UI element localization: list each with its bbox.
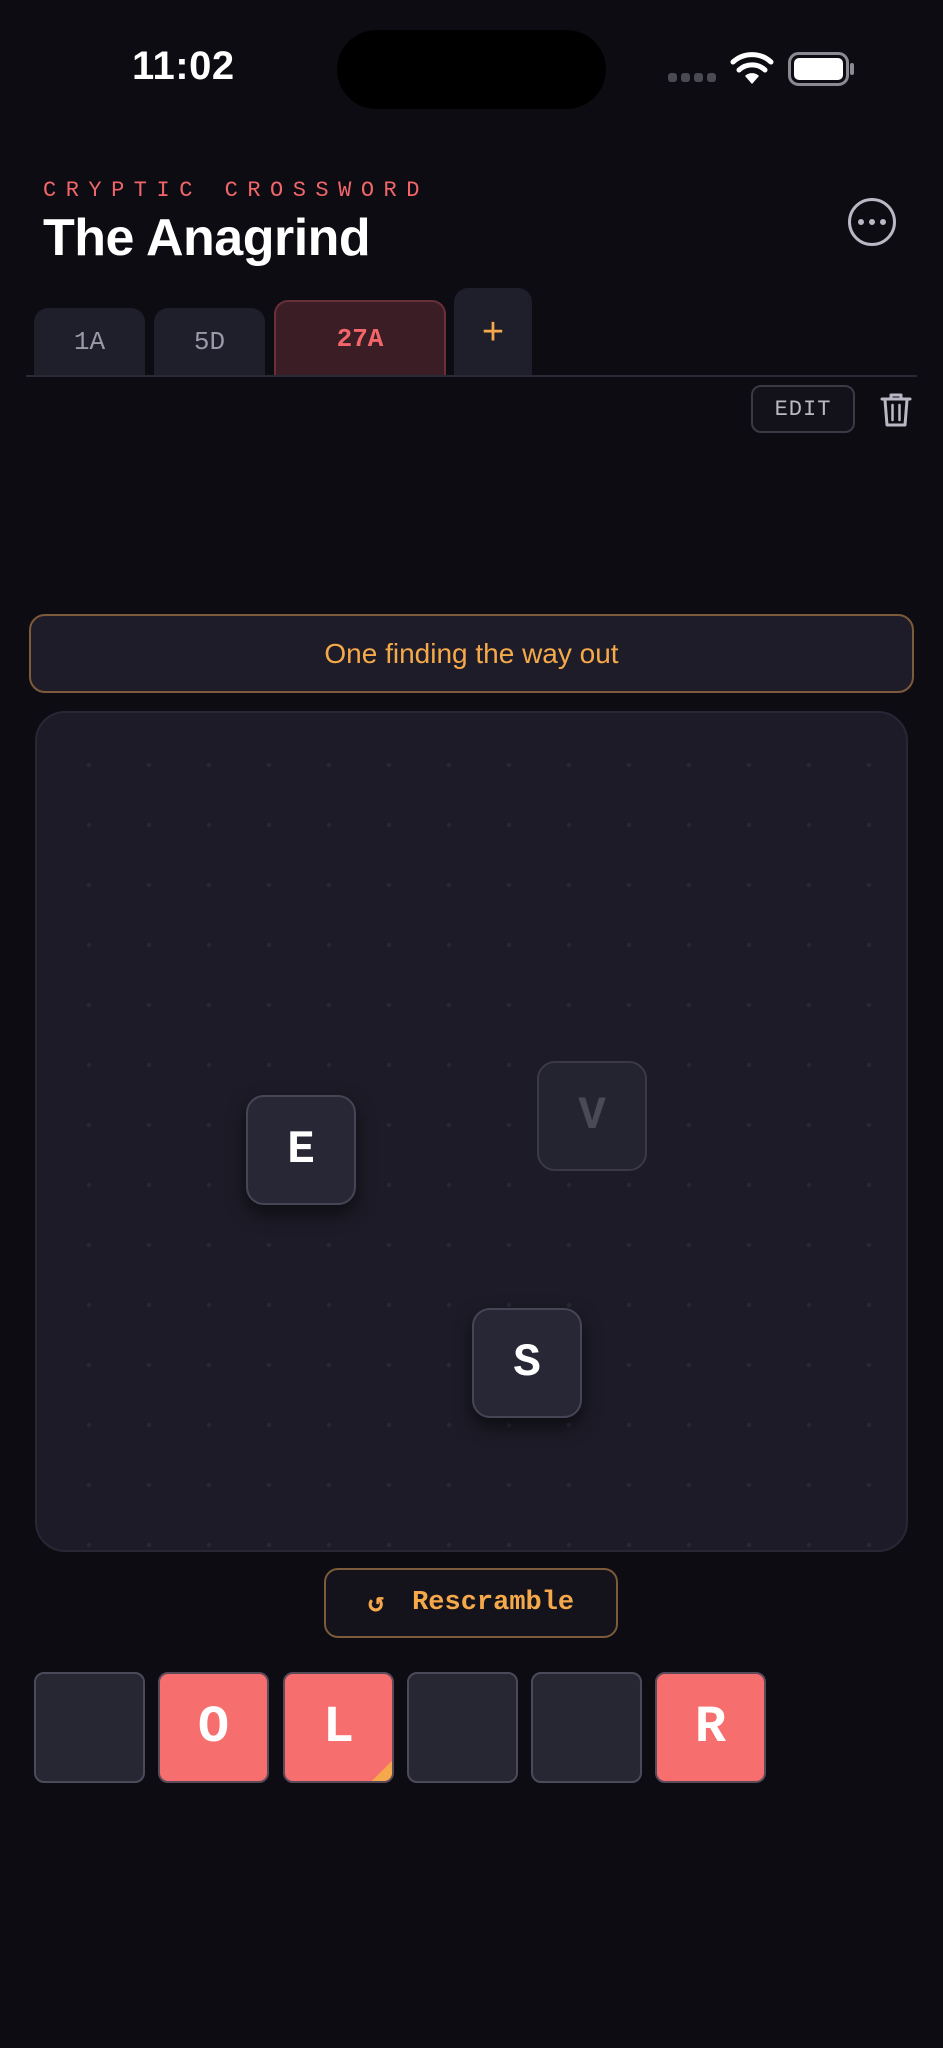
trash-icon[interactable] — [880, 392, 912, 428]
screen: 11:02 CRYPTIC CROSSWORD The Anagrind 1A … — [0, 0, 943, 2048]
status-time: 11:02 — [132, 44, 235, 88]
plus-icon: + — [481, 310, 505, 353]
tile-letter: E — [287, 1124, 315, 1176]
slot-letter: L — [322, 1698, 355, 1757]
wifi-icon — [730, 52, 774, 84]
tab-label: 5D — [193, 327, 226, 357]
app-eyebrow: CRYPTIC CROSSWORD — [43, 178, 429, 203]
slot-letter: O — [197, 1698, 230, 1757]
tab-27a[interactable]: 27A — [274, 300, 446, 376]
tile-letter: V — [578, 1090, 606, 1142]
rescramble-label: Rescramble — [412, 1588, 575, 1618]
answer-slot[interactable]: R — [655, 1672, 766, 1783]
tab-bar-divider — [26, 375, 917, 377]
clue-banner: One finding the way out — [29, 614, 914, 693]
answer-slot[interactable]: O — [158, 1672, 269, 1783]
answer-slot[interactable] — [34, 1672, 145, 1783]
tab-1a[interactable]: 1A — [34, 308, 145, 376]
tile-letter: S — [513, 1337, 541, 1389]
letter-tile-ghost: V — [537, 1061, 647, 1171]
add-tab-button[interactable]: + — [454, 288, 532, 376]
tab-5d[interactable]: 5D — [154, 308, 265, 376]
rescramble-button[interactable]: ↺ Rescramble — [324, 1568, 618, 1638]
signal-icon — [668, 73, 716, 83]
answer-slot[interactable] — [531, 1672, 642, 1783]
answer-slot-hinted[interactable]: L — [283, 1672, 394, 1783]
slot-letter: R — [694, 1698, 727, 1757]
rescramble-icon: ↺ — [367, 1589, 385, 1620]
edit-button[interactable]: EDIT — [751, 385, 855, 433]
letter-tile[interactable]: S — [472, 1308, 582, 1418]
battery-icon — [788, 52, 854, 86]
tab-label: 27A — [336, 324, 384, 354]
letter-board[interactable]: E V S — [35, 711, 908, 1552]
answer-slot[interactable] — [407, 1672, 518, 1783]
tab-label: 1A — [73, 327, 106, 357]
page-title: The Anagrind — [43, 209, 371, 267]
hint-marker — [370, 1759, 392, 1781]
dynamic-island — [337, 30, 606, 109]
more-icon[interactable] — [848, 198, 896, 246]
clue-text: One finding the way out — [324, 637, 619, 669]
letter-tile[interactable]: E — [246, 1095, 356, 1205]
